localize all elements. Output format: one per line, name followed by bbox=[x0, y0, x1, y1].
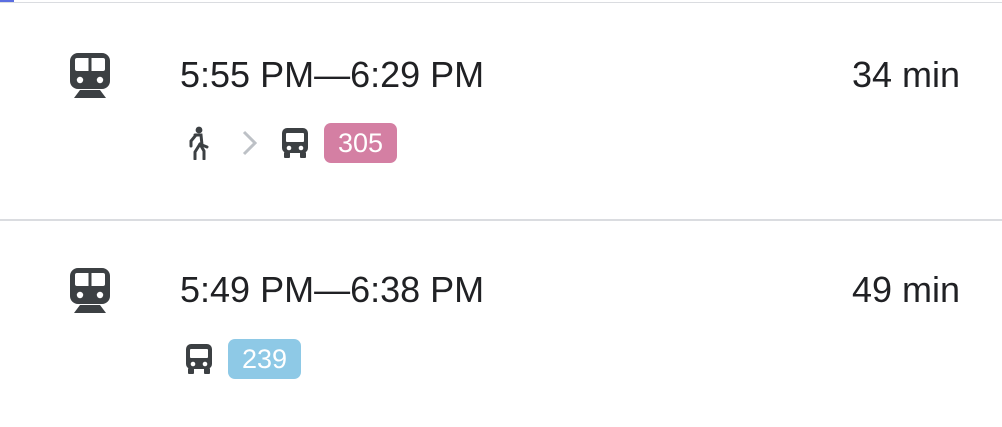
bus-line-badge: 239 bbox=[228, 339, 302, 379]
route-list: 5:55 PM—6:29 PM 34 min 305 5:49 PM—6:38 … bbox=[0, 3, 1002, 427]
bus-line-badge: 305 bbox=[324, 123, 398, 163]
route-steps: 239 bbox=[184, 339, 302, 379]
route-option-1[interactable]: 5:55 PM—6:29 PM 34 min 305 bbox=[0, 3, 1002, 219]
route-time-range: 5:55 PM—6:29 PM bbox=[180, 54, 485, 95]
route-steps: 305 bbox=[182, 123, 398, 163]
chevron-right-icon bbox=[242, 130, 258, 156]
bus-icon bbox=[186, 344, 212, 374]
train-icon bbox=[70, 53, 110, 98]
train-icon bbox=[70, 268, 110, 313]
route-option-2[interactable]: 5:49 PM—6:38 PM 49 min 239 bbox=[0, 219, 1002, 427]
route-duration: 49 min bbox=[851, 269, 960, 310]
walk-icon bbox=[189, 126, 209, 160]
bus-icon bbox=[282, 128, 308, 158]
route-duration: 34 min bbox=[851, 54, 960, 95]
route-time-range: 5:49 PM—6:38 PM bbox=[180, 269, 485, 310]
